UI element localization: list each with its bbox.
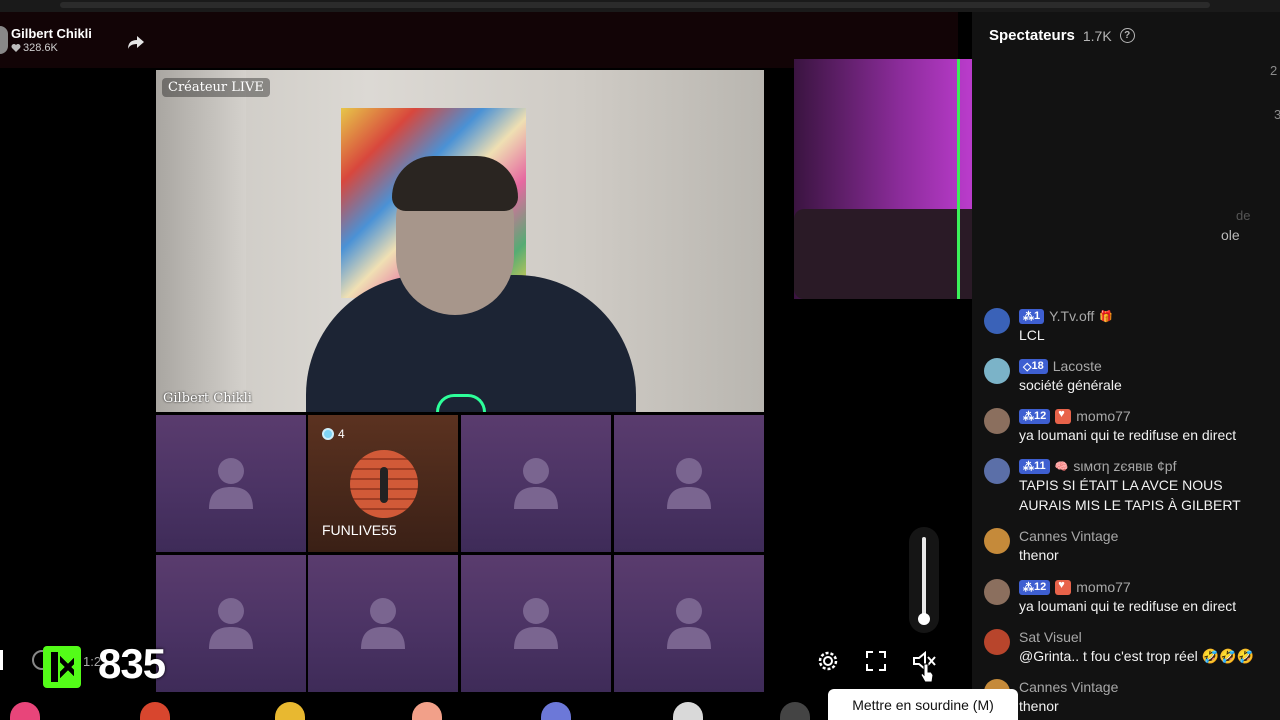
volume-slider[interactable] [909, 527, 939, 633]
creator-name[interactable]: Gilbert Chikli [11, 26, 92, 42]
likes-count: 328.6K [11, 42, 92, 54]
person-hair [392, 156, 518, 211]
chat-username[interactable]: momo77 [1076, 579, 1130, 595]
chat-text: ya loumani qui te redifuse en direct [1019, 427, 1237, 443]
guest-slot-funlive[interactable]: 4 FUNLIVE55 [308, 415, 458, 552]
faint-text: ole [1221, 227, 1240, 243]
chat-username[interactable]: Sat Visuel [1019, 629, 1082, 645]
heart-badge-icon [1055, 579, 1072, 595]
chat-text: thenor [1019, 547, 1059, 563]
chat-message[interactable]: Cannes Vintage thenor [984, 527, 1280, 565]
overlay-bar [0, 650, 3, 670]
mute-tooltip: Mettre en sourdine (M) [828, 689, 1018, 720]
creator-avatar[interactable] [0, 26, 8, 54]
chat-avatar[interactable] [984, 358, 1010, 384]
chat-text: TAPIS SI ÉTAIT LA AVCE NOUS AURAIS MIS L… [1019, 477, 1241, 513]
chat-message[interactable]: ⁂12 momo77 ya loumani qui te redifuse en … [984, 407, 1280, 445]
level-badge: ⁂ 12 [1019, 408, 1051, 424]
level-badge: 4 [322, 427, 345, 441]
video-name-label: Gilbert Chikli [163, 391, 252, 406]
creator-info[interactable]: Gilbert Chikli 328.6K [0, 26, 92, 54]
chat-username[interactable]: Cannes Vintage [1019, 528, 1118, 544]
faint-text: 3 [1274, 107, 1280, 122]
guest-slot-empty[interactable] [308, 555, 458, 692]
top-progress-strip [0, 0, 1280, 12]
chat-avatar[interactable] [984, 528, 1010, 554]
volume-track[interactable] [922, 537, 926, 619]
kick-logo [43, 646, 81, 688]
mouse-cursor-icon [920, 663, 934, 683]
fullscreen-icon[interactable] [864, 649, 888, 673]
mic-glow [436, 394, 486, 412]
chat-message[interactable]: ⁂ 1 Y.Tv.off 🎁 LCL [984, 307, 1280, 345]
user-placeholder-icon [667, 458, 711, 509]
chat-avatar[interactable] [984, 308, 1010, 334]
led-strip [957, 59, 960, 299]
guest-slot-empty[interactable] [461, 555, 611, 692]
wall-shadow [156, 70, 246, 412]
chat-text: thenor [1019, 698, 1059, 714]
chat-avatar[interactable] [984, 458, 1010, 484]
chat-text: ya loumani qui te redifuse en direct [1019, 598, 1237, 614]
help-icon[interactable]: ? [1119, 28, 1135, 43]
chat-username[interactable]: sιмση zєявιв ¢pf [1073, 458, 1176, 474]
chat-avatar[interactable] [984, 408, 1010, 434]
brain-icon: 🧠 [1054, 460, 1069, 473]
chat-message[interactable]: ◇ 18 Lacoste société générale [984, 357, 1280, 395]
chat-text: société générale [1019, 377, 1122, 393]
level-badge: ⁂ 12 [1019, 579, 1051, 595]
share-icon[interactable] [126, 32, 146, 52]
settings-icon[interactable] [816, 649, 840, 673]
chat-avatar[interactable] [984, 629, 1010, 655]
chat-message[interactable]: ⁂12 momo77 ya loumani qui te redifuse en … [984, 578, 1280, 616]
guest-slot-empty[interactable] [156, 415, 306, 552]
chat-message[interactable]: Sat Visuel @Grinta.. t fou c'est trop ré… [984, 628, 1280, 666]
chat-message[interactable]: ⁂ 11 🧠 sιмση zєявιв ¢pf TAPIS SI ÉTAIT LA A… [984, 457, 1280, 515]
faint-text: de [1236, 208, 1251, 223]
chat-username[interactable]: Cannes Vintage [1019, 679, 1118, 695]
likes-value: 328.6K [23, 42, 58, 54]
chat-message[interactable]: Cannes Vintage thenor [984, 678, 1280, 716]
chat-username[interactable]: momo77 [1076, 408, 1130, 424]
guest-slot-empty[interactable] [614, 555, 764, 692]
level-badge: ◇ 18 [1019, 358, 1048, 374]
chat-avatar[interactable] [984, 579, 1010, 605]
user-placeholder-icon [209, 598, 253, 649]
level-badge: ⁂ 11 [1019, 458, 1050, 474]
user-placeholder-icon [514, 458, 558, 509]
heart-badge-icon [1055, 408, 1072, 424]
level-gem-icon [322, 428, 334, 440]
user-placeholder-icon [667, 598, 711, 649]
user-placeholder-icon [361, 598, 405, 649]
kick-count: 835 [98, 640, 166, 687]
level-number: 4 [338, 427, 345, 441]
gift-icon: 🎁 [1099, 310, 1113, 323]
level-badge: ⁂ 1 [1019, 308, 1045, 324]
user-placeholder-icon [209, 458, 253, 509]
viewers-header[interactable]: Spectateurs 1.7K ? [989, 27, 1135, 44]
guest-slot-empty[interactable] [461, 415, 611, 552]
faint-text: 2 [1270, 63, 1278, 78]
chat-text: @Grinta.. t fou c'est trop réel 🤣🤣🤣 [1019, 648, 1254, 664]
microphone-icon [380, 467, 388, 503]
chat-username[interactable]: Y.Tv.off [1049, 308, 1094, 324]
volume-knob[interactable] [918, 613, 930, 625]
guest-slot-empty[interactable] [614, 415, 764, 552]
guest-name: FUNLIVE55 [322, 522, 397, 538]
heart-icon [11, 44, 21, 52]
main-video[interactable]: Créateur LIVE Gilbert Chikli [156, 70, 764, 412]
viewers-title: Spectateurs [989, 27, 1075, 44]
chat-text: LCL [1019, 327, 1045, 343]
user-placeholder-icon [514, 598, 558, 649]
creator-live-label: Créateur LIVE [162, 78, 270, 97]
chat-username[interactable]: Lacoste [1053, 358, 1102, 374]
viewers-count: 1.7K [1082, 27, 1112, 44]
